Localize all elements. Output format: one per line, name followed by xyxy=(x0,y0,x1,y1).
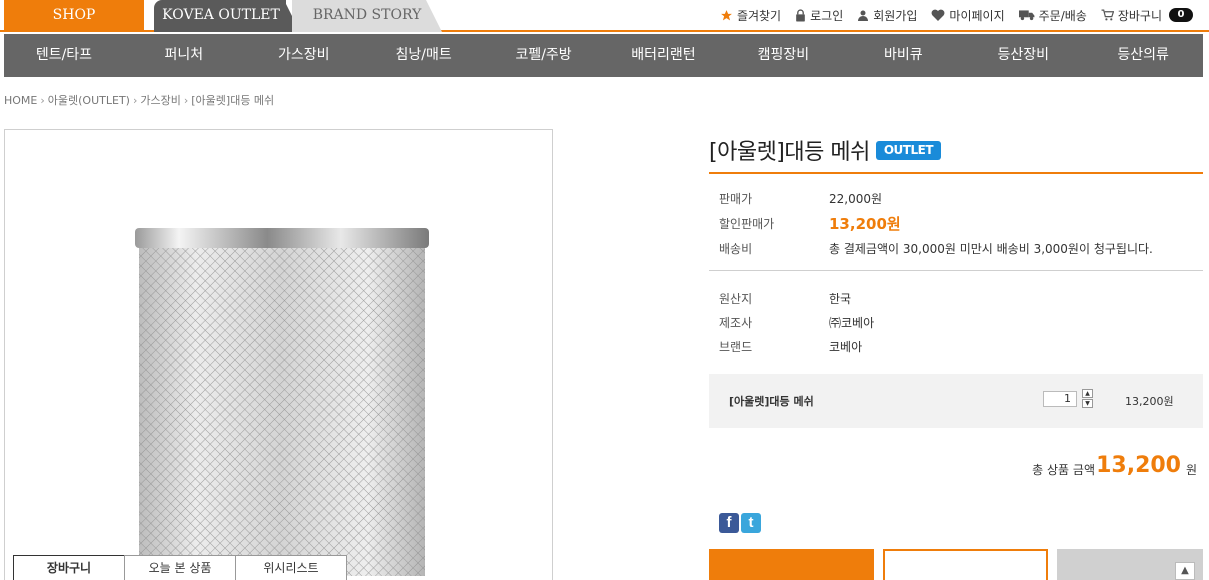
breadcrumb-separator: › xyxy=(183,94,189,107)
brand-value: 코베아 xyxy=(829,339,863,354)
share-buttons: f t xyxy=(719,513,761,533)
category-nav: 텐트/타프 퍼니처 가스장비 침낭/매트 코펠/주방 배터리랜턴 캠핑장비 바비… xyxy=(4,34,1203,77)
option-name: [아울렛]대등 메쉬 xyxy=(729,395,814,408)
top-bar: SHOP KOVEA OUTLET BRAND STORY 즐겨찾기 로그인 회… xyxy=(0,0,1209,32)
signup-label: 회원가입 xyxy=(873,8,918,23)
maker-value: ㈜코베아 xyxy=(829,315,875,330)
mypage-label: 마이페이지 xyxy=(949,8,1005,23)
lock-icon xyxy=(796,8,805,21)
quick-tab-wishlist[interactable]: 위시리스트 xyxy=(235,555,347,580)
buy-now-button[interactable] xyxy=(709,549,874,580)
shipping-value: 총 결제금액이 30,000원 미만시 배송비 3,000원이 청구됩니다. xyxy=(829,241,1153,256)
login-label: 로그인 xyxy=(810,8,844,23)
category-camping-gear[interactable]: 캠핑장비 xyxy=(723,34,843,77)
category-sleeping-mat[interactable]: 침낭/매트 xyxy=(364,34,484,77)
cart-label: 장바구니 xyxy=(1117,8,1162,23)
product-image-mesh-lantern-guard[interactable] xyxy=(131,226,433,580)
login-link[interactable]: 로그인 xyxy=(795,7,843,24)
total-unit: 원 xyxy=(1185,463,1197,477)
quantity-up-icon[interactable]: ▲ xyxy=(1082,389,1093,398)
maker-label: 제조사 xyxy=(719,315,753,330)
cart-count-badge: 0 xyxy=(1169,8,1193,22)
category-cookware[interactable]: 코펠/주방 xyxy=(484,34,604,77)
user-icon xyxy=(858,10,869,21)
order-delivery-label: 주문/배송 xyxy=(1038,8,1087,23)
truck-icon xyxy=(1018,10,1035,21)
brand-label: 브랜드 xyxy=(719,339,753,354)
tab-brand-story[interactable]: BRAND STORY xyxy=(292,0,442,32)
product-image-frame xyxy=(4,129,553,580)
category-tent-tarp[interactable]: 텐트/타프 xyxy=(4,34,124,77)
title-divider xyxy=(709,172,1203,174)
price-value: 22,000원 xyxy=(829,191,883,206)
sale-price-value: 13,200원 xyxy=(829,214,901,233)
category-hiking-gear[interactable]: 등산장비 xyxy=(963,34,1083,77)
product-title-row: [아울렛]대등 메쉬 OUTLET xyxy=(709,129,1203,171)
cart-icon xyxy=(1101,9,1114,21)
breadcrumb-home[interactable]: HOME xyxy=(4,94,37,107)
sale-price-label: 할인판매가 xyxy=(719,216,775,231)
product-title: [아울렛]대등 메쉬 xyxy=(709,140,870,165)
total-price: 총 상품 금액 13,200 원 xyxy=(709,453,1203,481)
breadcrumb: HOME › 아울렛(OUTLET) › 가스장비 › [아울렛]대등 메쉬 xyxy=(4,92,274,108)
tab-shop[interactable]: SHOP xyxy=(4,0,144,32)
cart-link[interactable]: 장바구니 0 xyxy=(1101,7,1193,24)
add-to-cart-button[interactable] xyxy=(883,549,1048,580)
purchase-actions xyxy=(709,549,1203,580)
breadcrumb-separator: › xyxy=(132,94,138,107)
category-barbecue[interactable]: 바비큐 xyxy=(843,34,963,77)
quantity-down-icon[interactable]: ▼ xyxy=(1082,399,1093,408)
order-delivery-link[interactable]: 주문/배송 xyxy=(1018,7,1087,24)
signup-link[interactable]: 회원가입 xyxy=(857,7,917,24)
category-hiking-wear[interactable]: 등산의류 xyxy=(1083,34,1203,77)
total-label: 총 상품 금액 xyxy=(1032,463,1095,477)
tab-kovea-outlet[interactable]: KOVEA OUTLET xyxy=(146,0,300,32)
origin-label: 원산지 xyxy=(719,291,753,306)
category-furniture[interactable]: 퍼니처 xyxy=(124,34,244,77)
quantity-input[interactable]: 1 xyxy=(1043,391,1077,407)
option-price: 13,200원 xyxy=(1125,395,1174,408)
quick-tab-recently-viewed[interactable]: 오늘 본 상품 xyxy=(124,555,236,580)
heart-icon xyxy=(931,9,945,21)
bookmark-link[interactable]: 즐겨찾기 xyxy=(720,7,781,24)
tab-kovea-outlet-label: KOVEA OUTLET xyxy=(162,7,280,23)
shipping-label: 배송비 xyxy=(719,241,753,256)
star-icon xyxy=(721,9,732,20)
outlet-badge: OUTLET xyxy=(875,140,942,160)
quick-tab-cart[interactable]: 장바구니 xyxy=(13,555,125,580)
breadcrumb-outlet[interactable]: 아울렛(OUTLET) xyxy=(48,94,130,107)
quick-tabs: 장바구니 오늘 본 상품 위시리스트 xyxy=(13,555,347,580)
info-divider xyxy=(709,270,1203,271)
bookmark-label: 즐겨찾기 xyxy=(736,8,782,23)
breadcrumb-gas-equipment[interactable]: 가스장비 xyxy=(140,94,180,107)
twitter-icon[interactable]: t xyxy=(741,513,761,533)
category-battery-lantern[interactable]: 배터리랜턴 xyxy=(604,34,724,77)
product-detail: [아울렛]대등 메쉬 OUTLET 판매가 22,000원 할인판매가 13,2… xyxy=(709,129,1203,580)
price-label: 판매가 xyxy=(719,191,753,206)
selected-option: [아울렛]대등 메쉬 1 ▲ ▼ 13,200원 xyxy=(709,374,1203,428)
facebook-icon[interactable]: f xyxy=(719,513,739,533)
total-value: 13,200 xyxy=(1096,453,1181,478)
category-gas-equipment[interactable]: 가스장비 xyxy=(244,34,364,77)
origin-value: 한국 xyxy=(829,291,852,306)
scroll-top-icon[interactable]: ▲ xyxy=(1175,562,1195,580)
breadcrumb-separator: › xyxy=(40,94,45,107)
breadcrumb-current: [아울렛]대등 메쉬 xyxy=(191,94,275,107)
quantity-stepper: ▲ ▼ xyxy=(1082,389,1093,409)
mypage-link[interactable]: 마이페이지 xyxy=(931,7,1005,24)
utility-links: 즐겨찾기 로그인 회원가입 마이페이지 주문/배송 장바구니 0 xyxy=(720,6,1193,24)
